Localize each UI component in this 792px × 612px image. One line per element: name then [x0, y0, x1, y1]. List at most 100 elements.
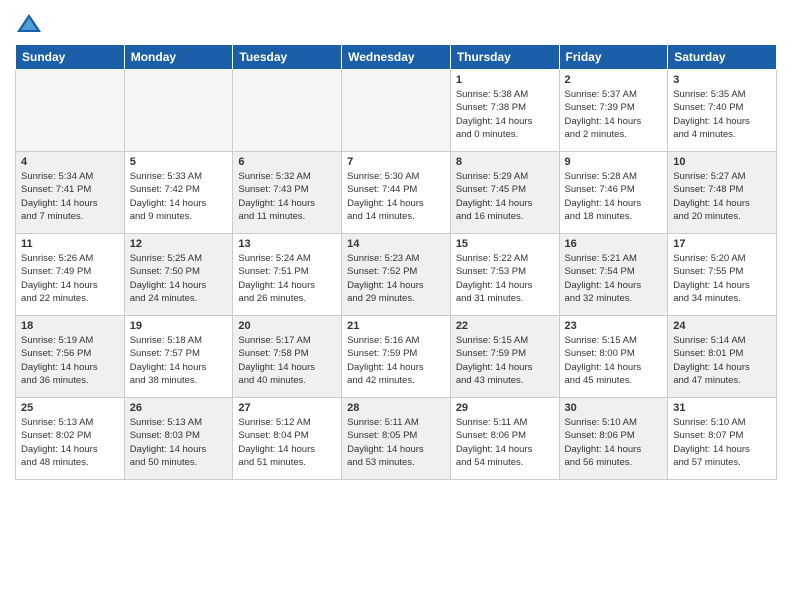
day-number: 27	[238, 402, 336, 414]
day-info: Sunrise: 5:21 AM Sunset: 7:54 PM Dayligh…	[565, 252, 663, 305]
calendar-cell: 18 Sunrise: 5:19 AM Sunset: 7:56 PM Dayli…	[16, 316, 125, 398]
calendar-header-cell: Saturday	[668, 45, 777, 70]
calendar-header-cell: Sunday	[16, 45, 125, 70]
day-number: 15	[456, 238, 554, 250]
logo	[15, 10, 47, 38]
day-number: 19	[130, 320, 228, 332]
day-number: 30	[565, 402, 663, 414]
calendar-cell: 28 Sunrise: 5:11 AM Sunset: 8:05 PM Dayli…	[342, 398, 451, 480]
day-info: Sunrise: 5:13 AM Sunset: 8:02 PM Dayligh…	[21, 416, 119, 469]
day-info: Sunrise: 5:19 AM Sunset: 7:56 PM Dayligh…	[21, 334, 119, 387]
calendar-cell: 26Sunrise: 5:13 AM Sunset: 8:03 PM Dayli…	[124, 398, 233, 480]
day-number: 23	[565, 320, 663, 332]
logo-icon	[15, 10, 43, 38]
calendar-cell: 17Sunrise: 5:20 AM Sunset: 7:55 PM Dayli…	[668, 234, 777, 316]
calendar-header-cell: Friday	[559, 45, 668, 70]
day-number: 2	[565, 74, 663, 86]
day-number: 4	[21, 156, 119, 168]
page-container: SundayMondayTuesdayWednesdayThursdayFrid…	[0, 0, 792, 485]
calendar-cell	[342, 70, 451, 152]
calendar-cell: 24Sunrise: 5:14 AM Sunset: 8:01 PM Dayli…	[668, 316, 777, 398]
calendar-cell: 20 Sunrise: 5:17 AM Sunset: 7:58 PM Dayli…	[233, 316, 342, 398]
calendar-cell: 9 Sunrise: 5:28 AM Sunset: 7:46 PM Daylig…	[559, 152, 668, 234]
calendar-cell: 30 Sunrise: 5:10 AM Sunset: 8:06 PM Dayli…	[559, 398, 668, 480]
calendar-cell: 14 Sunrise: 5:23 AM Sunset: 7:52 PM Dayli…	[342, 234, 451, 316]
day-number: 9	[565, 156, 663, 168]
calendar-cell: 6 Sunrise: 5:32 AM Sunset: 7:43 PM Daylig…	[233, 152, 342, 234]
calendar-cell: 13Sunrise: 5:24 AM Sunset: 7:51 PM Dayli…	[233, 234, 342, 316]
calendar-cell	[233, 70, 342, 152]
day-info: Sunrise: 5:35 AM Sunset: 7:40 PM Dayligh…	[673, 88, 771, 141]
calendar-header-cell: Tuesday	[233, 45, 342, 70]
day-number: 25	[21, 402, 119, 414]
calendar-cell: 8 Sunrise: 5:29 AM Sunset: 7:45 PM Daylig…	[450, 152, 559, 234]
day-info: Sunrise: 5:12 AM Sunset: 8:04 PM Dayligh…	[238, 416, 336, 469]
day-number: 10	[673, 156, 771, 168]
day-number: 3	[673, 74, 771, 86]
day-info: Sunrise: 5:33 AM Sunset: 7:42 PM Dayligh…	[130, 170, 228, 223]
day-number: 18	[21, 320, 119, 332]
day-number: 8	[456, 156, 554, 168]
day-info: Sunrise: 5:27 AM Sunset: 7:48 PM Dayligh…	[673, 170, 771, 223]
day-info: Sunrise: 5:26 AM Sunset: 7:49 PM Dayligh…	[21, 252, 119, 305]
day-number: 20	[238, 320, 336, 332]
calendar-cell: 15Sunrise: 5:22 AM Sunset: 7:53 PM Dayli…	[450, 234, 559, 316]
day-info: Sunrise: 5:11 AM Sunset: 8:06 PM Dayligh…	[456, 416, 554, 469]
day-info: Sunrise: 5:13 AM Sunset: 8:03 PM Dayligh…	[130, 416, 228, 469]
calendar-header-cell: Wednesday	[342, 45, 451, 70]
day-info: Sunrise: 5:20 AM Sunset: 7:55 PM Dayligh…	[673, 252, 771, 305]
day-number: 13	[238, 238, 336, 250]
day-number: 31	[673, 402, 771, 414]
day-info: Sunrise: 5:37 AM Sunset: 7:39 PM Dayligh…	[565, 88, 663, 141]
day-info: Sunrise: 5:11 AM Sunset: 8:05 PM Dayligh…	[347, 416, 445, 469]
day-info: Sunrise: 5:32 AM Sunset: 7:43 PM Dayligh…	[238, 170, 336, 223]
day-number: 1	[456, 74, 554, 86]
day-number: 11	[21, 238, 119, 250]
calendar-cell: 22 Sunrise: 5:15 AM Sunset: 7:59 PM Dayli…	[450, 316, 559, 398]
day-number: 6	[238, 156, 336, 168]
day-info: Sunrise: 5:15 AM Sunset: 7:59 PM Dayligh…	[456, 334, 554, 387]
day-info: Sunrise: 5:28 AM Sunset: 7:46 PM Dayligh…	[565, 170, 663, 223]
day-info: Sunrise: 5:25 AM Sunset: 7:50 PM Dayligh…	[130, 252, 228, 305]
day-number: 29	[456, 402, 554, 414]
day-number: 7	[347, 156, 445, 168]
day-info: Sunrise: 5:17 AM Sunset: 7:58 PM Dayligh…	[238, 334, 336, 387]
calendar-cell: 1 Sunrise: 5:38 AM Sunset: 7:38 PM Daylig…	[450, 70, 559, 152]
day-info: Sunrise: 5:30 AM Sunset: 7:44 PM Dayligh…	[347, 170, 445, 223]
calendar-cell: 4Sunrise: 5:34 AM Sunset: 7:41 PM Daylig…	[16, 152, 125, 234]
calendar-week-row: 18 Sunrise: 5:19 AM Sunset: 7:56 PM Dayli…	[16, 316, 777, 398]
day-info: Sunrise: 5:15 AM Sunset: 8:00 PM Dayligh…	[565, 334, 663, 387]
calendar-cell: 10 Sunrise: 5:27 AM Sunset: 7:48 PM Dayli…	[668, 152, 777, 234]
calendar-table: SundayMondayTuesdayWednesdayThursdayFrid…	[15, 44, 777, 480]
day-info: Sunrise: 5:18 AM Sunset: 7:57 PM Dayligh…	[130, 334, 228, 387]
calendar-week-row: 25 Sunrise: 5:13 AM Sunset: 8:02 PM Dayli…	[16, 398, 777, 480]
header	[15, 10, 777, 38]
calendar-header-row: SundayMondayTuesdayWednesdayThursdayFrid…	[16, 45, 777, 70]
calendar-header-cell: Thursday	[450, 45, 559, 70]
day-info: Sunrise: 5:14 AM Sunset: 8:01 PM Dayligh…	[673, 334, 771, 387]
calendar-header-cell: Monday	[124, 45, 233, 70]
day-number: 28	[347, 402, 445, 414]
calendar-cell: 25 Sunrise: 5:13 AM Sunset: 8:02 PM Dayli…	[16, 398, 125, 480]
calendar-cell: 31Sunrise: 5:10 AM Sunset: 8:07 PM Dayli…	[668, 398, 777, 480]
day-number: 16	[565, 238, 663, 250]
calendar-cell: 16 Sunrise: 5:21 AM Sunset: 7:54 PM Dayli…	[559, 234, 668, 316]
calendar-cell: 27 Sunrise: 5:12 AM Sunset: 8:04 PM Dayli…	[233, 398, 342, 480]
day-info: Sunrise: 5:38 AM Sunset: 7:38 PM Dayligh…	[456, 88, 554, 141]
calendar-cell: 29 Sunrise: 5:11 AM Sunset: 8:06 PM Dayli…	[450, 398, 559, 480]
day-number: 14	[347, 238, 445, 250]
calendar-week-row: 4Sunrise: 5:34 AM Sunset: 7:41 PM Daylig…	[16, 152, 777, 234]
calendar-cell: 3 Sunrise: 5:35 AM Sunset: 7:40 PM Daylig…	[668, 70, 777, 152]
day-info: Sunrise: 5:10 AM Sunset: 8:06 PM Dayligh…	[565, 416, 663, 469]
calendar-week-row: 1 Sunrise: 5:38 AM Sunset: 7:38 PM Daylig…	[16, 70, 777, 152]
calendar-cell: 11 Sunrise: 5:26 AM Sunset: 7:49 PM Dayli…	[16, 234, 125, 316]
day-info: Sunrise: 5:23 AM Sunset: 7:52 PM Dayligh…	[347, 252, 445, 305]
calendar-cell: 12 Sunrise: 5:25 AM Sunset: 7:50 PM Dayli…	[124, 234, 233, 316]
day-info: Sunrise: 5:29 AM Sunset: 7:45 PM Dayligh…	[456, 170, 554, 223]
day-number: 12	[130, 238, 228, 250]
day-info: Sunrise: 5:16 AM Sunset: 7:59 PM Dayligh…	[347, 334, 445, 387]
calendar-cell: 7 Sunrise: 5:30 AM Sunset: 7:44 PM Daylig…	[342, 152, 451, 234]
calendar-cell: 21Sunrise: 5:16 AM Sunset: 7:59 PM Dayli…	[342, 316, 451, 398]
day-number: 22	[456, 320, 554, 332]
calendar-cell	[16, 70, 125, 152]
